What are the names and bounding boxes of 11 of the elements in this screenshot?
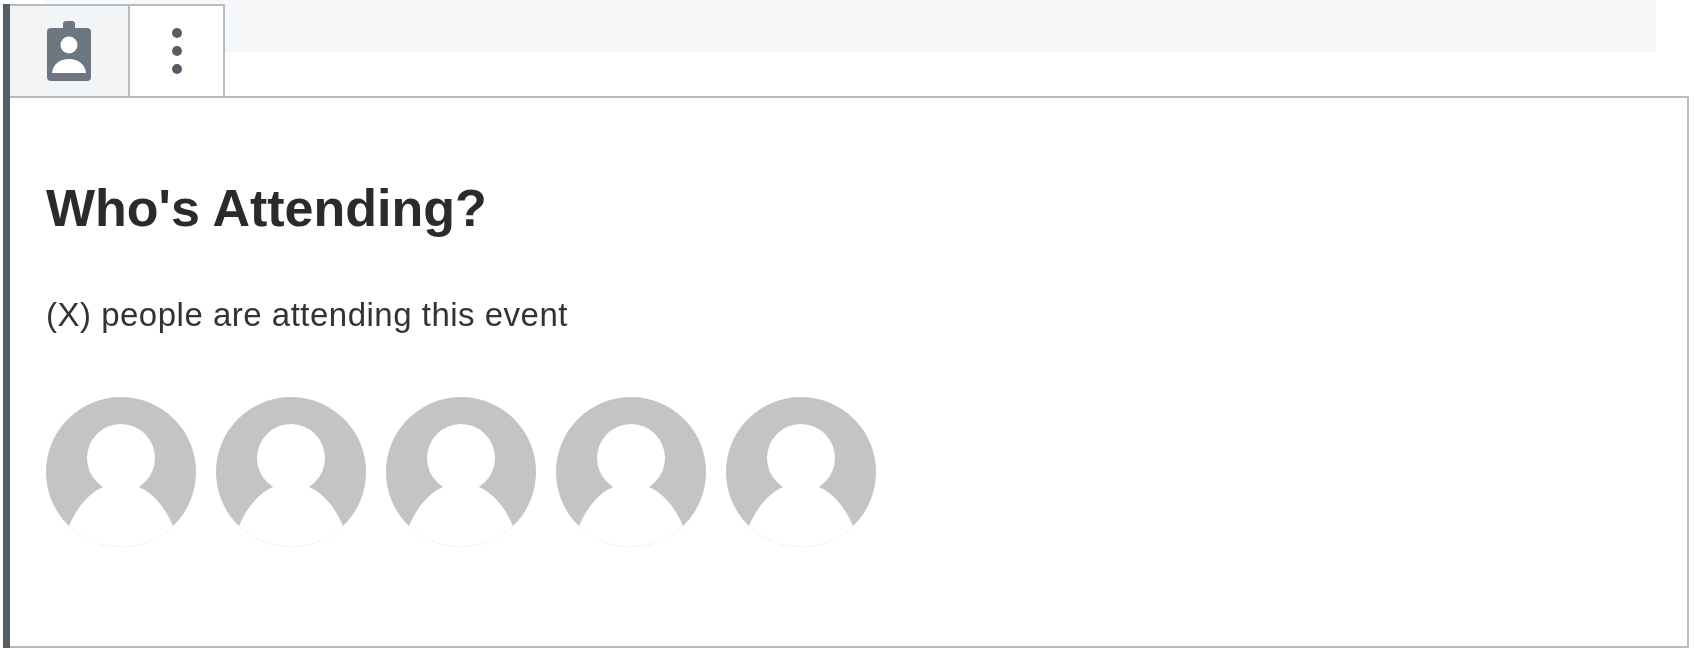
- attendance-text: (X) people are attending this event: [46, 295, 569, 336]
- avatar-icon: [216, 396, 366, 547]
- block-type-button[interactable]: [10, 4, 130, 96]
- vertical-dots-icon: [171, 28, 182, 74]
- section-heading: Who's Attending?: [46, 178, 488, 239]
- person-card-icon: [47, 21, 91, 81]
- avatar-icon: [726, 396, 876, 547]
- avatar-icon: [46, 396, 196, 547]
- avatar-icon: [556, 396, 706, 547]
- avatar-icon: [386, 396, 536, 547]
- more-options-button[interactable]: [130, 4, 225, 96]
